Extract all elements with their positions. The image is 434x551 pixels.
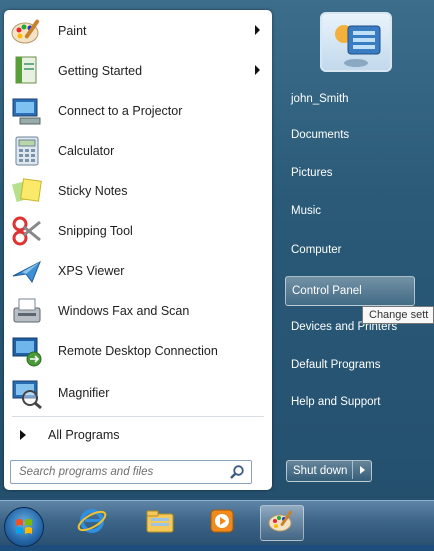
program-item-magnifier[interactable]: Magnifier bbox=[8, 374, 270, 412]
taskbar-internet-explorer[interactable] bbox=[70, 505, 114, 541]
right-item-music[interactable]: Music bbox=[285, 196, 415, 226]
right-item-pictures[interactable]: Pictures bbox=[285, 158, 415, 188]
right-item-help-support[interactable]: Help and Support bbox=[285, 387, 415, 417]
program-label: Snipping Tool bbox=[58, 224, 133, 238]
right-item-computer[interactable]: Computer bbox=[285, 235, 415, 265]
right-item-label: Music bbox=[291, 205, 322, 217]
program-item-paint[interactable]: Paint bbox=[8, 12, 270, 50]
tooltip: Change sett bbox=[362, 306, 434, 324]
program-item-getting-started[interactable]: Getting Started bbox=[8, 52, 270, 90]
calculator-icon bbox=[10, 134, 44, 168]
start-button[interactable] bbox=[2, 505, 46, 547]
remote-desktop-icon bbox=[10, 334, 44, 368]
file-explorer-icon bbox=[144, 505, 176, 542]
right-item-label: john_Smith bbox=[291, 93, 349, 105]
shutdown-options-arrow-icon[interactable] bbox=[352, 461, 371, 479]
taskbar-file-explorer[interactable] bbox=[138, 505, 182, 541]
program-label: Windows Fax and Scan bbox=[58, 304, 190, 318]
program-label: Paint bbox=[58, 24, 87, 38]
program-item-calculator[interactable]: Calculator bbox=[8, 132, 270, 170]
programs-pane: Paint Getting Started Connect to a Proje… bbox=[4, 10, 272, 490]
program-item-remote-desktop[interactable]: Remote Desktop Connection bbox=[8, 332, 270, 370]
right-item-label: Pictures bbox=[291, 167, 333, 179]
program-item-xps-viewer[interactable]: XPS Viewer bbox=[8, 252, 270, 290]
program-label: XPS Viewer bbox=[58, 264, 125, 278]
right-item-documents[interactable]: Documents bbox=[285, 120, 415, 150]
program-label: Connect to a Projector bbox=[58, 104, 183, 118]
program-label: Sticky Notes bbox=[58, 184, 128, 198]
projector-icon bbox=[10, 94, 44, 128]
magnifier-icon bbox=[10, 376, 44, 410]
submenu-arrow-icon[interactable] bbox=[255, 65, 260, 75]
user-picture[interactable] bbox=[320, 12, 392, 72]
program-item-snipping-tool[interactable]: Snipping Tool bbox=[8, 212, 270, 250]
sticky-notes-icon bbox=[10, 174, 44, 208]
right-item-label: Documents bbox=[291, 129, 350, 141]
right-item-user[interactable]: john_Smith bbox=[285, 84, 415, 114]
all-programs-button[interactable]: All Programs bbox=[8, 422, 270, 448]
right-item-label: Help and Support bbox=[291, 396, 381, 408]
paint-icon bbox=[266, 505, 298, 542]
getting-started-icon bbox=[10, 54, 44, 88]
right-item-default-programs[interactable]: Default Programs bbox=[285, 350, 415, 380]
expand-arrow-icon bbox=[20, 430, 26, 440]
media-player-icon bbox=[206, 505, 238, 542]
start-menu: Paint Getting Started Connect to a Proje… bbox=[0, 0, 434, 500]
taskbar bbox=[0, 500, 434, 547]
scissors-icon bbox=[10, 214, 44, 248]
program-item-fax-scan[interactable]: Windows Fax and Scan bbox=[8, 292, 270, 330]
search-icon[interactable] bbox=[229, 464, 245, 480]
program-label: Remote Desktop Connection bbox=[58, 344, 218, 358]
program-label: Magnifier bbox=[58, 386, 110, 400]
shutdown-button[interactable]: Shut down bbox=[286, 460, 372, 482]
xps-viewer-icon bbox=[10, 254, 44, 288]
fax-icon bbox=[10, 294, 44, 328]
right-item-label: Control Panel bbox=[292, 285, 362, 297]
shutdown-label: Shut down bbox=[293, 465, 348, 477]
program-label: Getting Started bbox=[58, 64, 143, 78]
divider bbox=[12, 416, 264, 417]
right-item-control-panel[interactable]: Control Panel bbox=[285, 276, 415, 306]
search-input[interactable] bbox=[17, 465, 221, 479]
program-label: Calculator bbox=[58, 144, 115, 158]
all-programs-label: All Programs bbox=[48, 428, 120, 442]
taskbar-media-player[interactable] bbox=[200, 505, 244, 541]
right-item-label: Default Programs bbox=[291, 359, 381, 371]
right-item-label: Computer bbox=[291, 244, 342, 256]
search-box[interactable] bbox=[10, 460, 252, 484]
start-orb-icon bbox=[4, 507, 44, 547]
program-item-connect-projector[interactable]: Connect to a Projector bbox=[8, 92, 270, 130]
program-item-sticky-notes[interactable]: Sticky Notes bbox=[8, 172, 270, 210]
taskbar-paint[interactable] bbox=[260, 505, 304, 541]
paint-icon bbox=[10, 14, 44, 48]
submenu-arrow-icon[interactable] bbox=[255, 25, 260, 35]
internet-explorer-icon bbox=[76, 505, 108, 542]
